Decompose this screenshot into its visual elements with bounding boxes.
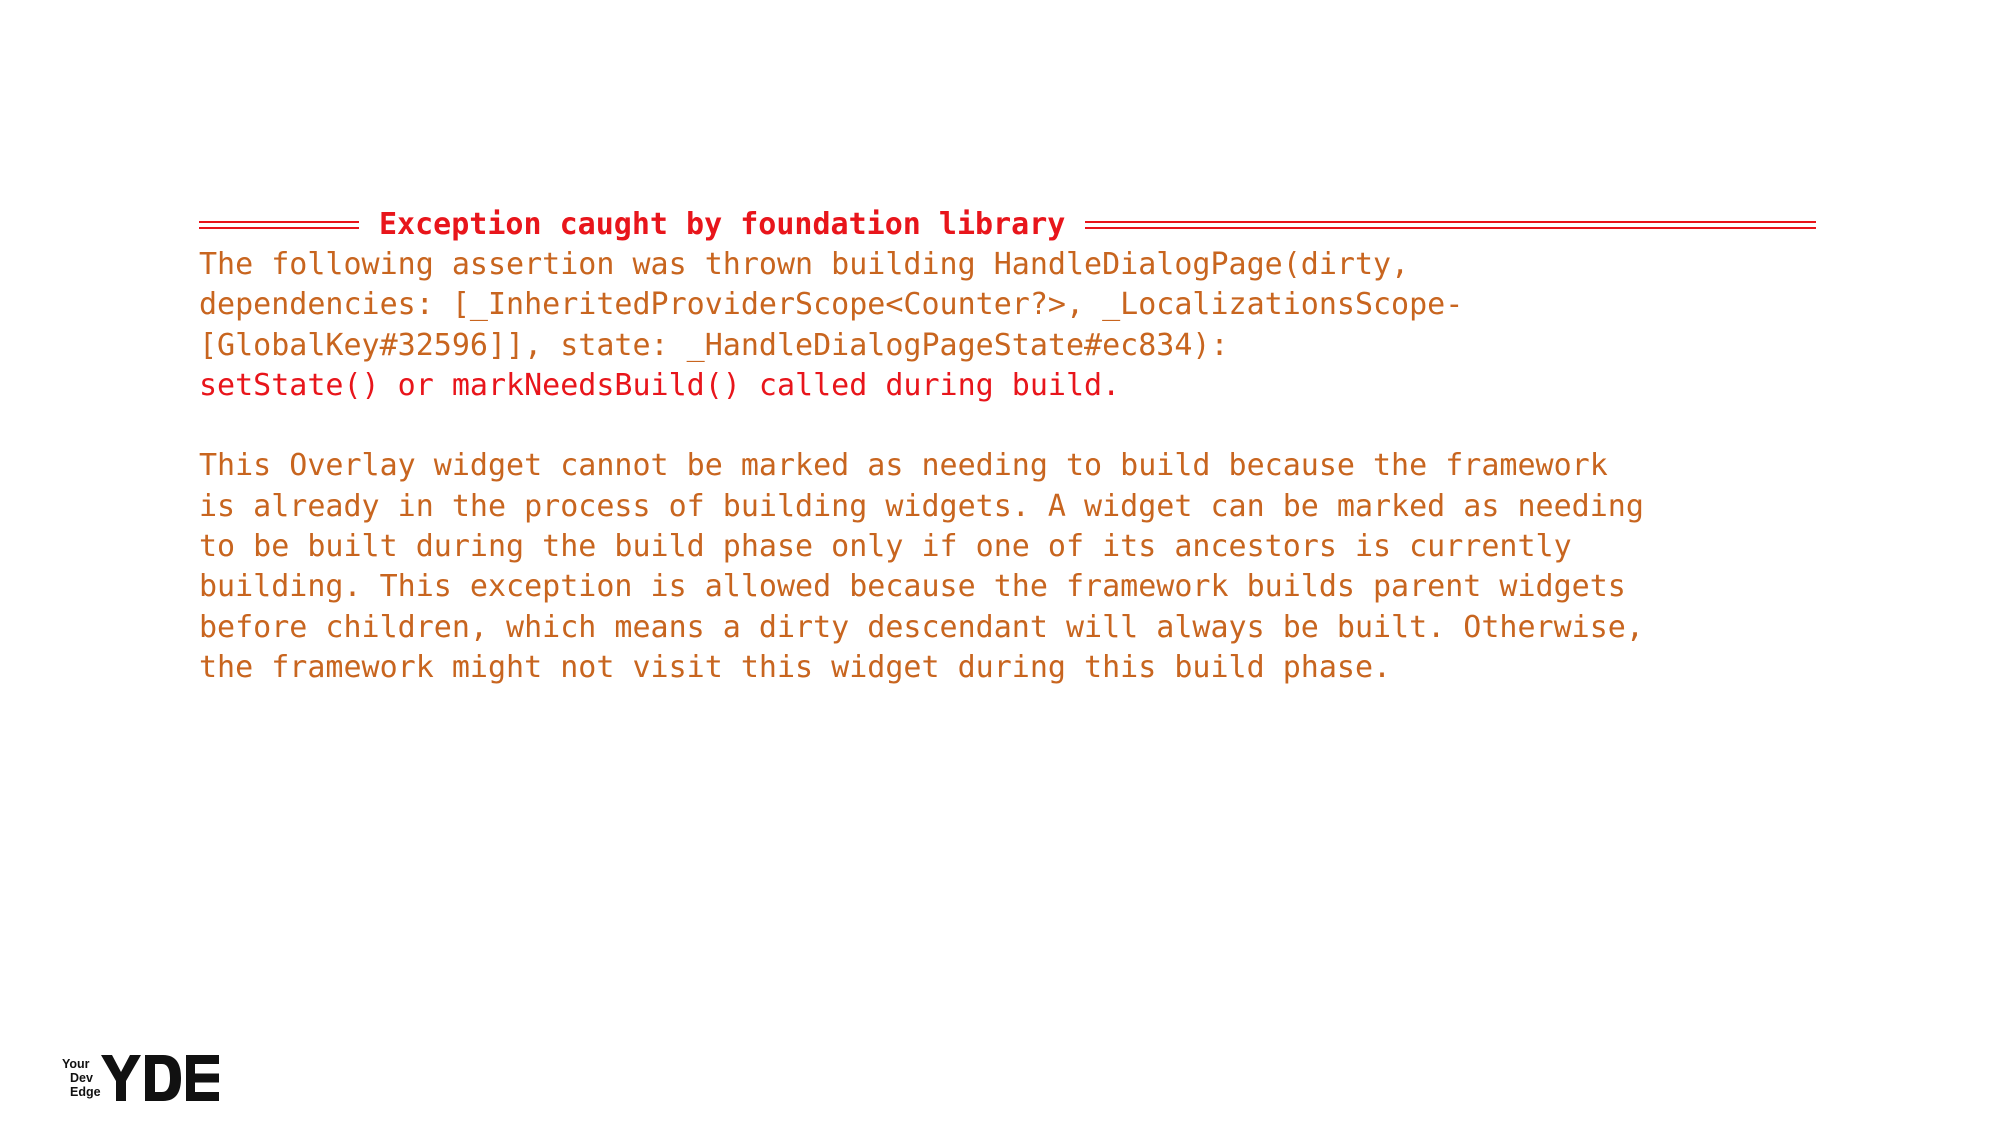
assertion-line-3: [GlobalKey#32596]], state: _HandleDialog…	[199, 327, 1229, 363]
exception-title: Exception caught by foundation library	[379, 206, 1066, 242]
double-rule-left	[199, 221, 359, 229]
explanation-line-3: to be built during the build phase only …	[199, 529, 1572, 565]
explanation-line-2: is already in the process of building wi…	[199, 488, 1644, 524]
error-message: setState() or markNeedsBuild() called du…	[199, 367, 1121, 403]
yde-logo-mark-icon	[100, 1055, 219, 1101]
logo-word-edge: Edge	[70, 1085, 101, 1099]
logo-word-dev: Dev	[70, 1071, 93, 1085]
explanation-line-1: This Overlay widget cannot be marked as …	[199, 448, 1608, 484]
explanation-line-6: the framework might not visit this widge…	[199, 649, 1392, 685]
exception-header: Exception caught by foundation library	[199, 205, 1816, 245]
logo-word-your: Your	[62, 1057, 90, 1071]
slide: Exception caught by foundation library T…	[0, 0, 2000, 1125]
logo-words: Your Dev Edge	[62, 1057, 101, 1099]
assertion-line-1: The following assertion was thrown build…	[199, 247, 1410, 282]
double-rule-right	[1085, 221, 1816, 229]
explanation-line-4: building. This exception is allowed beca…	[199, 569, 1626, 605]
explanation-line-5: before children, which means a dirty des…	[199, 609, 1644, 645]
assertion-line-2: dependencies: [_InheritedProviderScope<C…	[199, 287, 1464, 323]
your-dev-edge-logo: Your Dev Edge	[62, 1055, 219, 1101]
exception-console: Exception caught by foundation library T…	[199, 205, 1819, 688]
